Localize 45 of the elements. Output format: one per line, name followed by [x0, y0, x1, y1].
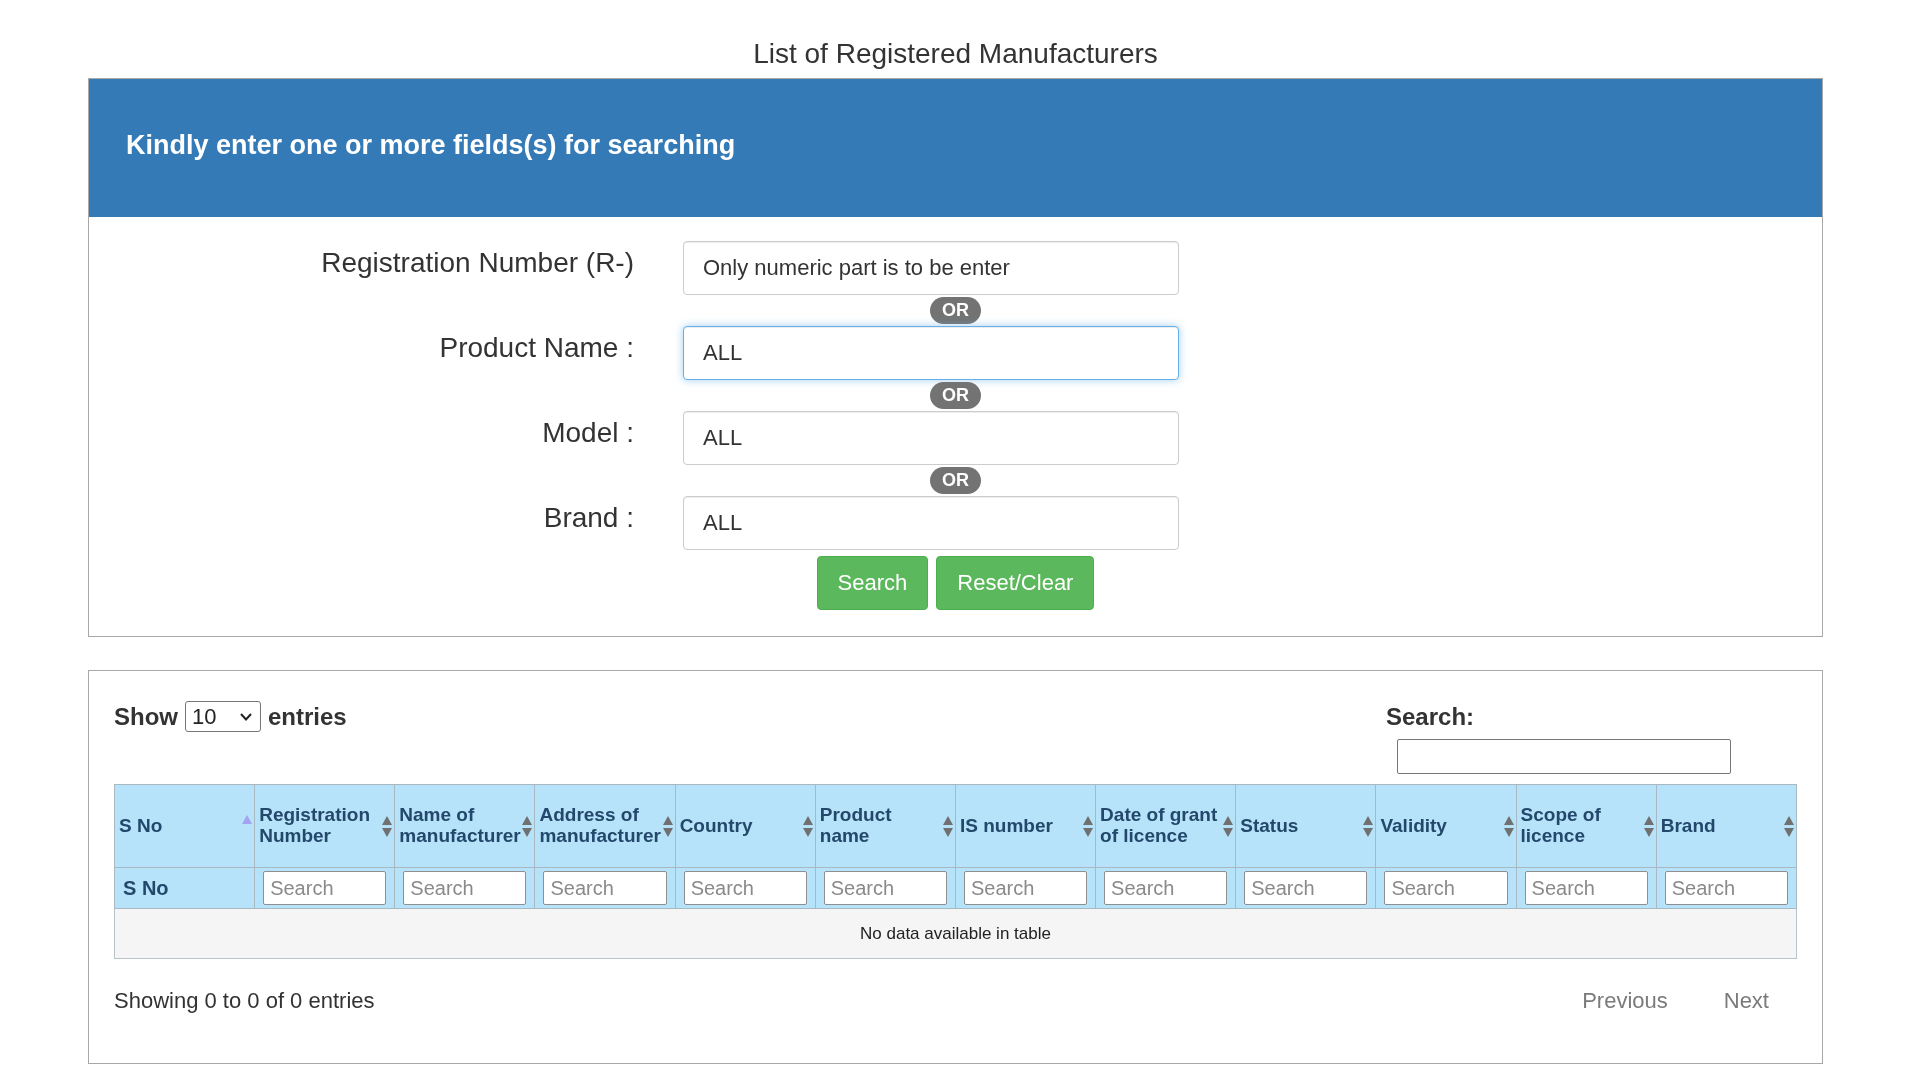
page-title: List of Registered Manufacturers: [752, 37, 1159, 71]
column-header[interactable]: Date of grant of licence: [1095, 784, 1236, 868]
column-header[interactable]: Validity: [1375, 784, 1517, 868]
column-search-field[interactable]: Search: [543, 871, 667, 905]
column-header[interactable]: S No: [114, 784, 255, 868]
table-info: Showing 0 to 0 of 0 entries: [114, 987, 375, 1015]
field-label: Registration Number (R-): [321, 246, 634, 280]
table-search-field[interactable]: [1397, 739, 1731, 774]
column-header[interactable]: Country: [675, 784, 816, 868]
panel-heading: Kindly enter one or more fields(s) for searching: [126, 129, 736, 161]
column-header[interactable]: Scope of licence: [1516, 784, 1657, 868]
input-field[interactable]: ALL: [683, 326, 1179, 380]
column-search-field[interactable]: Search: [683, 871, 807, 905]
column-search-field[interactable]: Search: [963, 871, 1088, 905]
column-header[interactable]: IS number: [955, 784, 1096, 868]
column-header[interactable]: Address of manufacturer: [534, 784, 676, 868]
or-badge: OR: [930, 382, 981, 409]
column-header[interactable]: Product name: [815, 784, 956, 868]
filter-label: S No: [114, 867, 255, 909]
column-search-field[interactable]: Search: [1384, 871, 1508, 905]
column-search-field[interactable]: Search: [1664, 871, 1788, 905]
field-label: Brand :: [543, 501, 634, 535]
column-header[interactable]: Brand: [1656, 784, 1797, 868]
column-header[interactable]: Status: [1235, 784, 1376, 868]
input-field[interactable]: Only numeric part is to be enter: [683, 241, 1179, 295]
input-field[interactable]: ALL: [683, 496, 1179, 550]
column-search-field[interactable]: Search: [1244, 871, 1368, 905]
length-suffix: entries: [268, 702, 347, 732]
length-prefix: Show: [114, 702, 178, 732]
column-search-field[interactable]: Search: [823, 871, 947, 905]
column-header[interactable]: Registration Number: [254, 784, 395, 868]
or-badge: OR: [930, 297, 981, 324]
column-search-field[interactable]: Search: [263, 871, 387, 905]
column-header[interactable]: Name of manufacturer: [394, 784, 535, 868]
column-search-field[interactable]: Search: [1104, 871, 1228, 905]
search-label: Search:: [1386, 702, 1475, 732]
column-search-field[interactable]: Search: [1524, 871, 1648, 905]
input-field[interactable]: ALL: [683, 411, 1179, 465]
chevron-down-icon: [240, 712, 252, 721]
field-label: Product Name :: [439, 331, 634, 365]
entries-select[interactable]: 10: [185, 701, 261, 732]
empty-table-message: No data available in table: [114, 908, 1797, 959]
or-badge: OR: [930, 467, 981, 494]
column-search-field[interactable]: Search: [403, 871, 527, 905]
field-label: Model :: [542, 416, 634, 450]
